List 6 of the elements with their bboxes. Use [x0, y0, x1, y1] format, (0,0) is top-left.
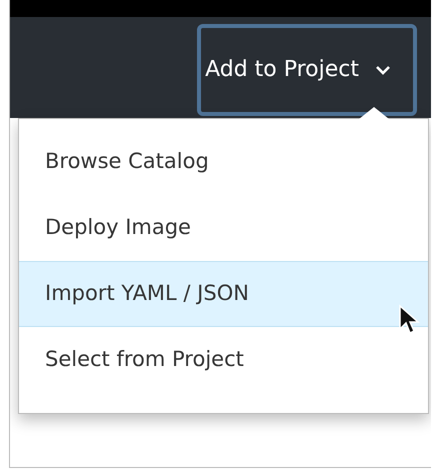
add-to-project-button[interactable]: Add to Project [197, 24, 417, 116]
menu-item[interactable]: Browse Catalog [19, 129, 428, 195]
menu-item[interactable]: Import YAML / JSON [19, 261, 428, 327]
menu-item[interactable]: Select from Project [19, 327, 428, 393]
caret-icon [375, 64, 391, 74]
menu-item[interactable]: Deploy Image [19, 195, 428, 261]
